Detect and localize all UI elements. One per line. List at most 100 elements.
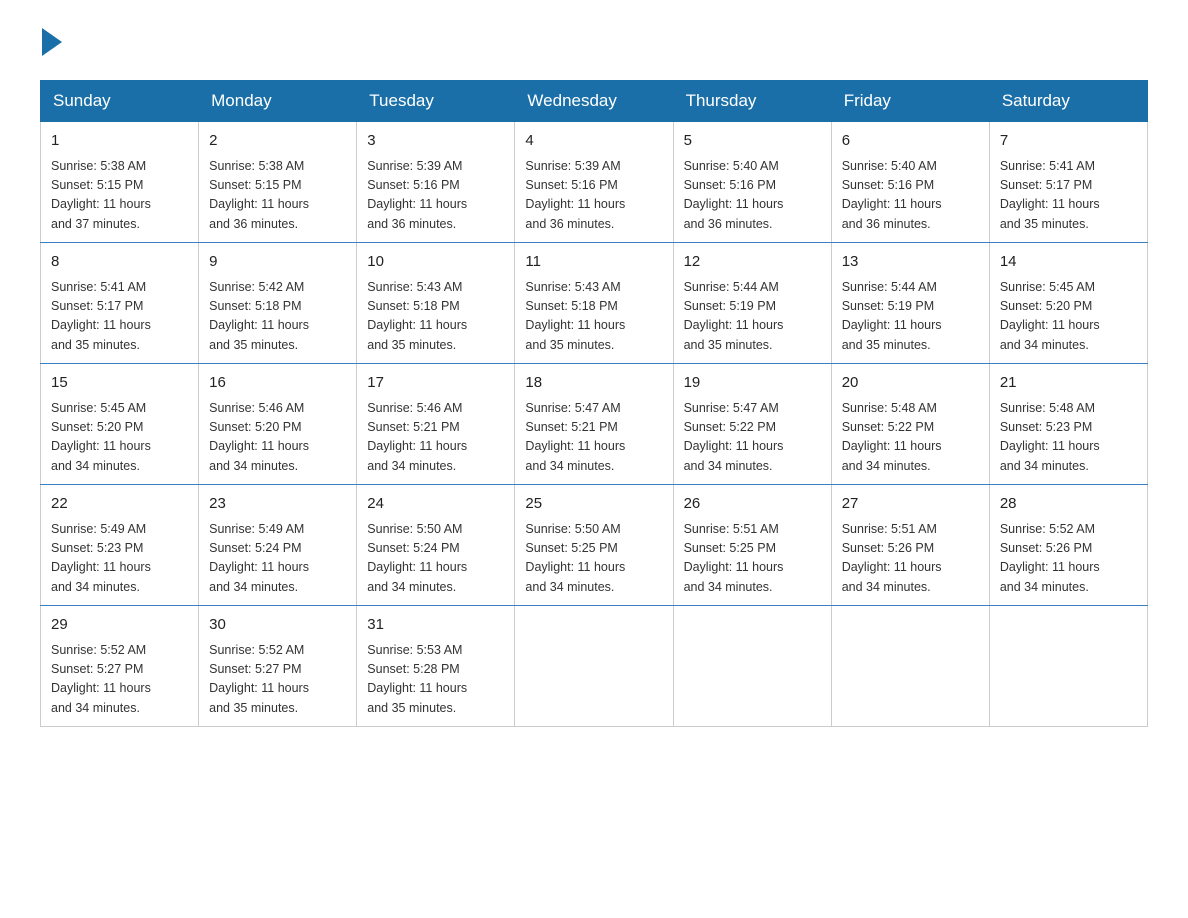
calendar-cell: 21 Sunrise: 5:48 AMSunset: 5:23 PMDayligh… xyxy=(989,364,1147,485)
calendar-cell: 25 Sunrise: 5:50 AMSunset: 5:25 PMDayligh… xyxy=(515,485,673,606)
calendar-cell: 12Sunrise: 5:44 AMSunset: 5:19 PMDayligh… xyxy=(673,243,831,364)
day-info: Sunrise: 5:39 AMSunset: 5:16 PMDaylight:… xyxy=(367,157,504,235)
day-number: 13 xyxy=(842,251,979,274)
calendar-cell: 28 Sunrise: 5:52 AMSunset: 5:26 PMDayligh… xyxy=(989,485,1147,606)
day-number: 19 xyxy=(684,372,821,395)
day-info: Sunrise: 5:51 AMSunset: 5:26 PMDaylight:… xyxy=(842,520,979,598)
day-info: Sunrise: 5:45 AMSunset: 5:20 PMDaylight:… xyxy=(1000,278,1137,356)
day-info: Sunrise: 5:41 AMSunset: 5:17 PMDaylight:… xyxy=(51,278,188,356)
day-info: Sunrise: 5:38 AMSunset: 5:15 PMDaylight:… xyxy=(209,157,346,235)
column-header-sunday: Sunday xyxy=(41,81,199,122)
day-number: 25 xyxy=(525,493,662,516)
column-header-tuesday: Tuesday xyxy=(357,81,515,122)
day-number: 29 xyxy=(51,614,188,637)
calendar-cell: 2Sunrise: 5:38 AMSunset: 5:15 PMDaylight… xyxy=(199,122,357,243)
logo xyxy=(40,30,62,56)
day-number: 3 xyxy=(367,130,504,153)
day-info: Sunrise: 5:51 AMSunset: 5:25 PMDaylight:… xyxy=(684,520,821,598)
day-number: 18 xyxy=(525,372,662,395)
day-info: Sunrise: 5:52 AMSunset: 5:26 PMDaylight:… xyxy=(1000,520,1137,598)
day-number: 7 xyxy=(1000,130,1137,153)
calendar-cell: 15 Sunrise: 5:45 AMSunset: 5:20 PMDayligh… xyxy=(41,364,199,485)
calendar-cell: 20 Sunrise: 5:48 AMSunset: 5:22 PMDayligh… xyxy=(831,364,989,485)
day-number: 21 xyxy=(1000,372,1137,395)
calendar-cell: 30Sunrise: 5:52 AMSunset: 5:27 PMDayligh… xyxy=(199,606,357,727)
calendar-cell: 6Sunrise: 5:40 AMSunset: 5:16 PMDaylight… xyxy=(831,122,989,243)
calendar-cell: 29 Sunrise: 5:52 AMSunset: 5:27 PMDayligh… xyxy=(41,606,199,727)
calendar-cell: 3 Sunrise: 5:39 AMSunset: 5:16 PMDaylight… xyxy=(357,122,515,243)
column-header-friday: Friday xyxy=(831,81,989,122)
calendar-cell xyxy=(515,606,673,727)
day-info: Sunrise: 5:50 AMSunset: 5:25 PMDaylight:… xyxy=(525,520,662,598)
day-info: Sunrise: 5:48 AMSunset: 5:23 PMDaylight:… xyxy=(1000,399,1137,477)
day-info: Sunrise: 5:53 AMSunset: 5:28 PMDaylight:… xyxy=(367,641,504,719)
day-info: Sunrise: 5:49 AMSunset: 5:24 PMDaylight:… xyxy=(209,520,346,598)
day-info: Sunrise: 5:49 AMSunset: 5:23 PMDaylight:… xyxy=(51,520,188,598)
day-info: Sunrise: 5:47 AMSunset: 5:22 PMDaylight:… xyxy=(684,399,821,477)
day-info: Sunrise: 5:40 AMSunset: 5:16 PMDaylight:… xyxy=(842,157,979,235)
day-info: Sunrise: 5:43 AMSunset: 5:18 PMDaylight:… xyxy=(367,278,504,356)
column-header-saturday: Saturday xyxy=(989,81,1147,122)
day-info: Sunrise: 5:45 AMSunset: 5:20 PMDaylight:… xyxy=(51,399,188,477)
day-number: 28 xyxy=(1000,493,1137,516)
calendar-cell: 8 Sunrise: 5:41 AMSunset: 5:17 PMDaylight… xyxy=(41,243,199,364)
day-number: 31 xyxy=(367,614,504,637)
calendar-cell xyxy=(831,606,989,727)
column-header-thursday: Thursday xyxy=(673,81,831,122)
calendar-cell: 31 Sunrise: 5:53 AMSunset: 5:28 PMDayligh… xyxy=(357,606,515,727)
calendar-cell: 9Sunrise: 5:42 AMSunset: 5:18 PMDaylight… xyxy=(199,243,357,364)
day-number: 17 xyxy=(367,372,504,395)
day-info: Sunrise: 5:44 AMSunset: 5:19 PMDaylight:… xyxy=(842,278,979,356)
column-header-monday: Monday xyxy=(199,81,357,122)
day-number: 16 xyxy=(209,372,346,395)
day-number: 8 xyxy=(51,251,188,274)
day-number: 4 xyxy=(525,130,662,153)
calendar-cell: 19 Sunrise: 5:47 AMSunset: 5:22 PMDayligh… xyxy=(673,364,831,485)
day-number: 10 xyxy=(367,251,504,274)
calendar-cell: 23Sunrise: 5:49 AMSunset: 5:24 PMDayligh… xyxy=(199,485,357,606)
day-info: Sunrise: 5:46 AMSunset: 5:21 PMDaylight:… xyxy=(367,399,504,477)
day-info: Sunrise: 5:48 AMSunset: 5:22 PMDaylight:… xyxy=(842,399,979,477)
logo-arrow-icon xyxy=(42,28,62,56)
day-number: 11 xyxy=(525,251,662,274)
calendar-cell: 16 Sunrise: 5:46 AMSunset: 5:20 PMDayligh… xyxy=(199,364,357,485)
day-number: 24 xyxy=(367,493,504,516)
day-number: 30 xyxy=(209,614,346,637)
calendar-cell: 17 Sunrise: 5:46 AMSunset: 5:21 PMDayligh… xyxy=(357,364,515,485)
calendar-table: SundayMondayTuesdayWednesdayThursdayFrid… xyxy=(40,80,1148,727)
day-info: Sunrise: 5:47 AMSunset: 5:21 PMDaylight:… xyxy=(525,399,662,477)
day-number: 22 xyxy=(51,493,188,516)
calendar-cell: 27Sunrise: 5:51 AMSunset: 5:26 PMDayligh… xyxy=(831,485,989,606)
calendar-week-row: 1 Sunrise: 5:38 AMSunset: 5:15 PMDaylight… xyxy=(41,122,1148,243)
calendar-cell: 1 Sunrise: 5:38 AMSunset: 5:15 PMDaylight… xyxy=(41,122,199,243)
calendar-week-row: 15 Sunrise: 5:45 AMSunset: 5:20 PMDayligh… xyxy=(41,364,1148,485)
day-info: Sunrise: 5:41 AMSunset: 5:17 PMDaylight:… xyxy=(1000,157,1137,235)
day-info: Sunrise: 5:39 AMSunset: 5:16 PMDaylight:… xyxy=(525,157,662,235)
day-info: Sunrise: 5:46 AMSunset: 5:20 PMDaylight:… xyxy=(209,399,346,477)
calendar-cell: 14 Sunrise: 5:45 AMSunset: 5:20 PMDayligh… xyxy=(989,243,1147,364)
calendar-cell: 22 Sunrise: 5:49 AMSunset: 5:23 PMDayligh… xyxy=(41,485,199,606)
day-info: Sunrise: 5:50 AMSunset: 5:24 PMDaylight:… xyxy=(367,520,504,598)
calendar-cell: 7 Sunrise: 5:41 AMSunset: 5:17 PMDaylight… xyxy=(989,122,1147,243)
calendar-week-row: 29 Sunrise: 5:52 AMSunset: 5:27 PMDayligh… xyxy=(41,606,1148,727)
day-number: 5 xyxy=(684,130,821,153)
calendar-cell: 24 Sunrise: 5:50 AMSunset: 5:24 PMDayligh… xyxy=(357,485,515,606)
page-header xyxy=(40,30,1148,56)
day-number: 26 xyxy=(684,493,821,516)
calendar-week-row: 22 Sunrise: 5:49 AMSunset: 5:23 PMDayligh… xyxy=(41,485,1148,606)
day-number: 1 xyxy=(51,130,188,153)
day-info: Sunrise: 5:38 AMSunset: 5:15 PMDaylight:… xyxy=(51,157,188,235)
day-number: 14 xyxy=(1000,251,1137,274)
calendar-header-row: SundayMondayTuesdayWednesdayThursdayFrid… xyxy=(41,81,1148,122)
day-number: 20 xyxy=(842,372,979,395)
column-header-wednesday: Wednesday xyxy=(515,81,673,122)
calendar-cell: 4 Sunrise: 5:39 AMSunset: 5:16 PMDaylight… xyxy=(515,122,673,243)
calendar-cell: 13 Sunrise: 5:44 AMSunset: 5:19 PMDayligh… xyxy=(831,243,989,364)
day-number: 15 xyxy=(51,372,188,395)
calendar-week-row: 8 Sunrise: 5:41 AMSunset: 5:17 PMDaylight… xyxy=(41,243,1148,364)
day-info: Sunrise: 5:40 AMSunset: 5:16 PMDaylight:… xyxy=(684,157,821,235)
day-number: 9 xyxy=(209,251,346,274)
calendar-cell: 11Sunrise: 5:43 AMSunset: 5:18 PMDayligh… xyxy=(515,243,673,364)
calendar-cell xyxy=(989,606,1147,727)
day-info: Sunrise: 5:52 AMSunset: 5:27 PMDaylight:… xyxy=(51,641,188,719)
